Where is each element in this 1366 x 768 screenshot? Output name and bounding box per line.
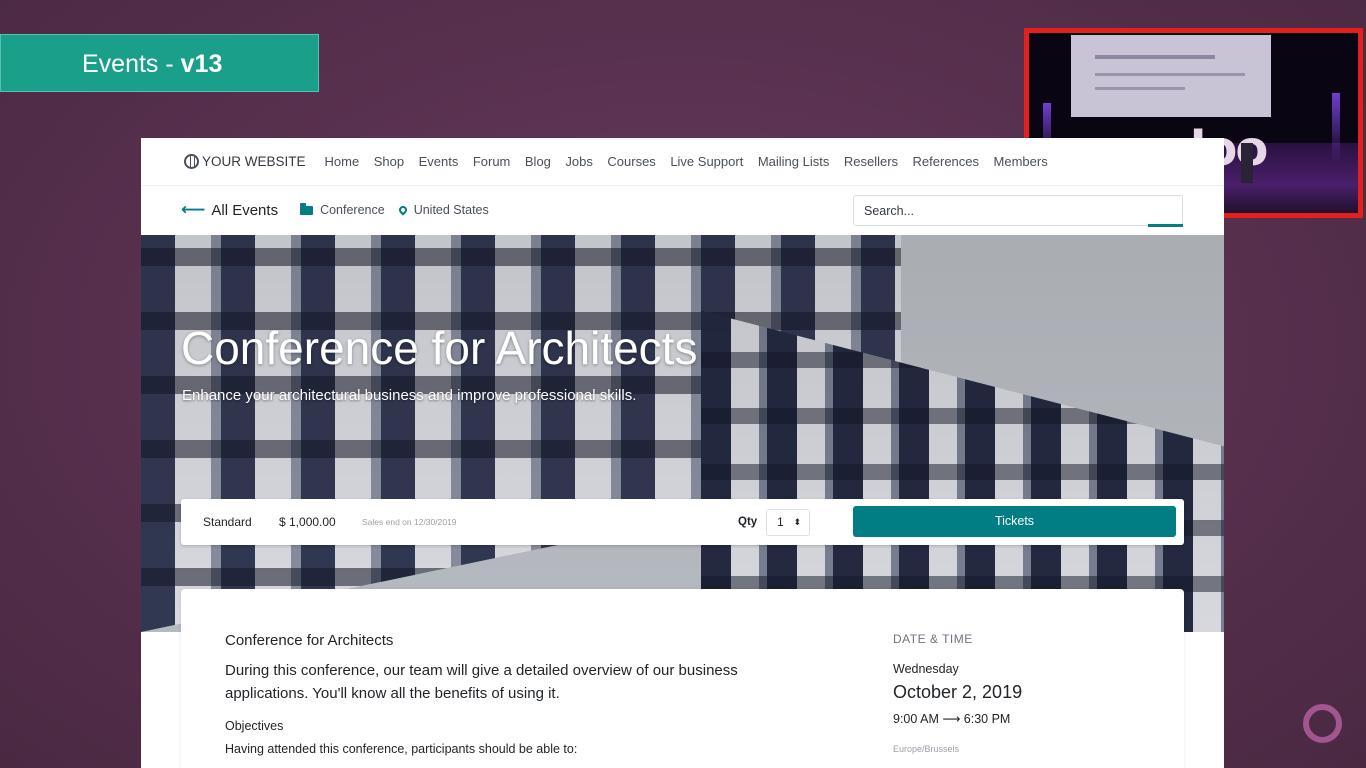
stage-light-right	[1332, 93, 1340, 163]
camera-stage-screen	[1071, 35, 1271, 117]
event-subnav: ⟵ All Events Conference United States	[141, 186, 1224, 234]
menu-item-courses[interactable]: Courses	[607, 154, 655, 169]
search-input[interactable]	[853, 195, 1183, 226]
map-pin-icon	[397, 204, 409, 216]
menu-item-home[interactable]: Home	[325, 154, 360, 169]
top-navbar: YOUR WEBSITE Home Shop Events Forum Blog…	[141, 138, 1224, 186]
ticket-price: $ 1,000.00	[279, 515, 336, 529]
qty-select[interactable]: 1 ⬍	[766, 509, 810, 536]
slide-title-version: v13	[180, 50, 223, 78]
arrow-right-icon: ⟶	[942, 712, 964, 726]
ticket-name: Standard	[203, 515, 252, 529]
event-hero: Conference for Architects Enhance your a…	[141, 235, 1224, 632]
folder-icon	[300, 202, 314, 215]
menu-item-resellers[interactable]: Resellers	[844, 154, 898, 169]
menu-item-mailing-lists[interactable]: Mailing Lists	[758, 154, 830, 169]
hero-overlay	[141, 235, 1224, 632]
website-brand[interactable]: YOUR WEBSITE	[184, 154, 306, 169]
details-title: Conference for Architects	[225, 632, 394, 649]
qty-label: Qty	[738, 516, 758, 528]
event-title: Conference for Architects	[181, 322, 698, 374]
category-filter[interactable]: Conference	[300, 202, 385, 217]
select-caret-icon: ⬍	[793, 517, 801, 527]
objectives-heading: Objectives	[225, 719, 284, 733]
all-events-link[interactable]: ⟵ All Events	[181, 200, 278, 220]
all-events-label: All Events	[211, 201, 279, 219]
ticket-sales-end: Sales end on 12/30/2019	[362, 517, 457, 527]
menu-item-blog[interactable]: Blog	[525, 154, 551, 169]
objectives-intro: Having attended this conference, partici…	[225, 742, 578, 756]
event-subtitle: Enhance your architectural business and …	[182, 387, 637, 404]
menu-item-shop[interactable]: Shop	[374, 154, 404, 169]
website-frame: YOUR WEBSITE Home Shop Events Forum Blog…	[141, 138, 1224, 768]
brand-label: YOUR WEBSITE	[202, 154, 306, 169]
event-date: October 2, 2019	[893, 682, 1023, 702]
location-filter[interactable]: United States	[397, 203, 489, 217]
qty-value: 1	[777, 515, 784, 529]
event-end-time: 6:30 PM	[963, 712, 1011, 726]
menu-item-forum[interactable]: Forum	[473, 154, 511, 169]
datetime-label: DATE & TIME	[893, 632, 973, 646]
menu-item-references[interactable]: References	[913, 154, 979, 169]
odoo-watermark-icon	[1303, 704, 1342, 743]
category-label: Conference	[320, 203, 385, 217]
event-weekday: Wednesday	[893, 662, 959, 676]
ticket-bar: Standard $ 1,000.00 Sales end on 12/30/2…	[181, 499, 1184, 545]
slide-title-banner: Events - v13	[0, 34, 319, 92]
details-description: During this conference, our team will gi…	[225, 662, 738, 702]
slide-title-prefix: Events -	[82, 50, 181, 78]
location-label: United States	[413, 203, 489, 217]
event-details-card: Conference for Architects During this co…	[181, 589, 1184, 768]
event-timezone: Europe/Brussels	[893, 744, 960, 754]
menu-item-jobs[interactable]: Jobs	[565, 154, 592, 169]
menu-item-events[interactable]: Events	[419, 154, 459, 169]
globe-icon	[184, 154, 199, 169]
search-button[interactable]	[1148, 224, 1183, 227]
menu-item-live-support[interactable]: Live Support	[670, 154, 743, 169]
stage-speaker	[1241, 143, 1253, 183]
arrow-left-icon: ⟵	[181, 200, 206, 219]
menu-item-members[interactable]: Members	[994, 154, 1048, 169]
event-start-time: 9:00 AM	[893, 712, 939, 726]
event-time: 9:00 AM ⟶ 6:30 PM	[893, 711, 1010, 726]
tickets-button[interactable]: Tickets	[853, 506, 1176, 537]
